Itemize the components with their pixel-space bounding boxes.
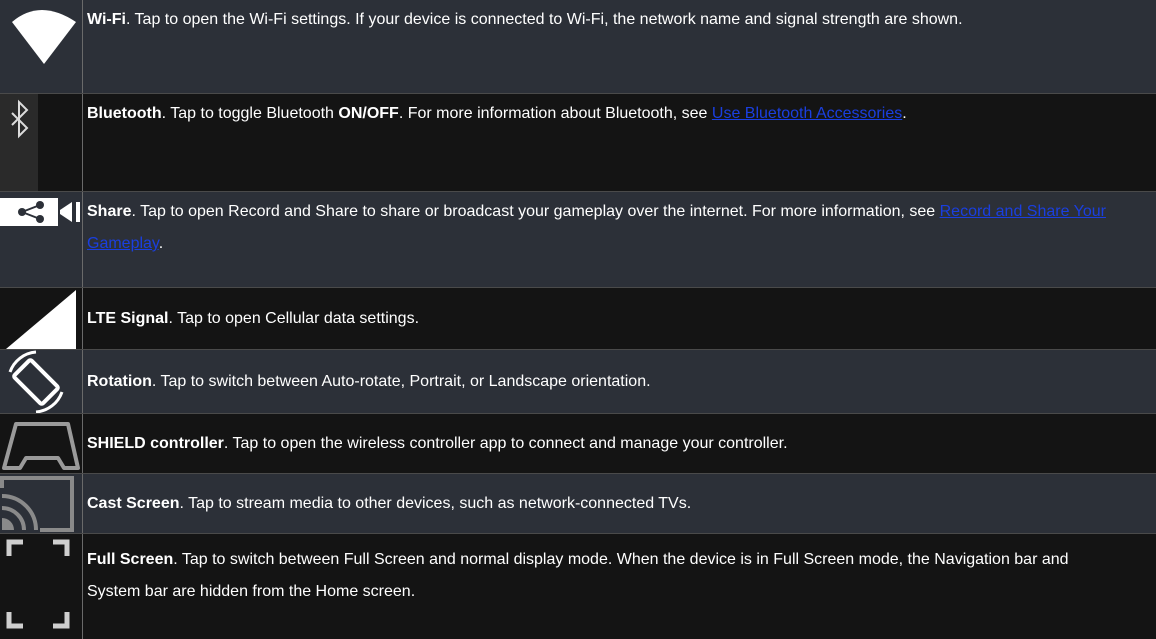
- cast-screen-icon: [0, 476, 74, 532]
- rotation-icon-cell: [0, 350, 83, 413]
- table-row-full-screen: Full Screen. Tap to switch between Full …: [0, 534, 1156, 639]
- lte-signal-description: LTE Signal. Tap to open Cellular data se…: [83, 288, 1156, 349]
- table-row-wifi: Wi-Fi. Tap to open the Wi-Fi settings. I…: [0, 0, 1156, 94]
- full-screen-title: Full Screen: [87, 551, 174, 568]
- lte-signal-icon-cell: [0, 288, 83, 349]
- wifi-title: Wi-Fi: [87, 11, 126, 28]
- full-screen-icon-cell: [0, 534, 83, 639]
- bluetooth-text-a: . Tap to toggle Bluetooth: [161, 105, 339, 122]
- rotation-description: Rotation. Tap to switch between Auto-rot…: [83, 350, 1156, 413]
- shield-controller-description: SHIELD controller. Tap to open the wirel…: [83, 414, 1156, 473]
- lte-signal-title: LTE Signal: [87, 309, 169, 327]
- wifi-icon: [12, 10, 76, 64]
- share-text-a: . Tap to open Record and Share to share …: [131, 203, 940, 220]
- cast-screen-text: . Tap to stream media to other devices, …: [179, 494, 692, 512]
- share-description: Share. Tap to open Record and Share to s…: [83, 192, 1156, 287]
- wifi-icon-cell: [0, 0, 83, 93]
- bluetooth-text-b: . For more information about Bluetooth, …: [398, 105, 712, 122]
- shield-controller-title: SHIELD controller: [87, 434, 224, 452]
- share-title: Share: [87, 203, 132, 220]
- bluetooth-title: Bluetooth: [87, 105, 162, 122]
- rotation-text: . Tap to switch between Auto-rotate, Por…: [151, 372, 651, 390]
- shield-controller-text: . Tap to open the wireless controller ap…: [223, 434, 788, 452]
- cast-screen-icon-cell: [0, 474, 83, 533]
- lte-signal-text: . Tap to open Cellular data settings.: [168, 309, 420, 327]
- table-row-rotation: Rotation. Tap to switch between Auto-rot…: [0, 350, 1156, 414]
- wifi-description: Wi-Fi. Tap to open the Wi-Fi settings. I…: [83, 0, 1156, 93]
- share-icon-cell: [0, 192, 83, 287]
- bluetooth-icon: [0, 94, 38, 191]
- full-screen-description: Full Screen. Tap to switch between Full …: [83, 534, 1156, 639]
- cast-screen-description: Cast Screen. Tap to stream media to othe…: [83, 474, 1156, 533]
- table-row-cast-screen: Cast Screen. Tap to stream media to othe…: [0, 474, 1156, 534]
- quick-settings-table: Wi-Fi. Tap to open the Wi-Fi settings. I…: [0, 0, 1156, 639]
- table-row-lte-signal: LTE Signal. Tap to open Cellular data se…: [0, 288, 1156, 350]
- controller-icon-cell: [0, 414, 83, 473]
- bluetooth-on-off: ON/OFF: [338, 105, 399, 122]
- share-icon: [0, 198, 80, 226]
- bluetooth-icon-cell: [0, 94, 83, 191]
- wifi-text: . Tap to open the Wi-Fi settings. If you…: [125, 11, 963, 28]
- rotation-icon: [8, 350, 64, 413]
- full-screen-text: . Tap to switch between Full Screen and …: [87, 551, 1069, 600]
- full-screen-icon: [6, 539, 70, 629]
- cast-screen-title: Cast Screen: [87, 494, 180, 512]
- bluetooth-description: Bluetooth. Tap to toggle Bluetooth ON/OF…: [83, 94, 1156, 191]
- table-row-shield-controller: SHIELD controller. Tap to open the wirel…: [0, 414, 1156, 474]
- lte-signal-icon: [6, 290, 76, 349]
- table-row-bluetooth: Bluetooth. Tap to toggle Bluetooth ON/OF…: [0, 94, 1156, 192]
- share-text-b: .: [158, 235, 164, 252]
- controller-icon: [2, 422, 80, 470]
- rotation-title: Rotation: [87, 372, 152, 390]
- table-row-share: Share. Tap to open Record and Share to s…: [0, 192, 1156, 288]
- bluetooth-accessories-link[interactable]: Use Bluetooth Accessories: [712, 105, 902, 122]
- bluetooth-text-c: .: [902, 105, 907, 122]
